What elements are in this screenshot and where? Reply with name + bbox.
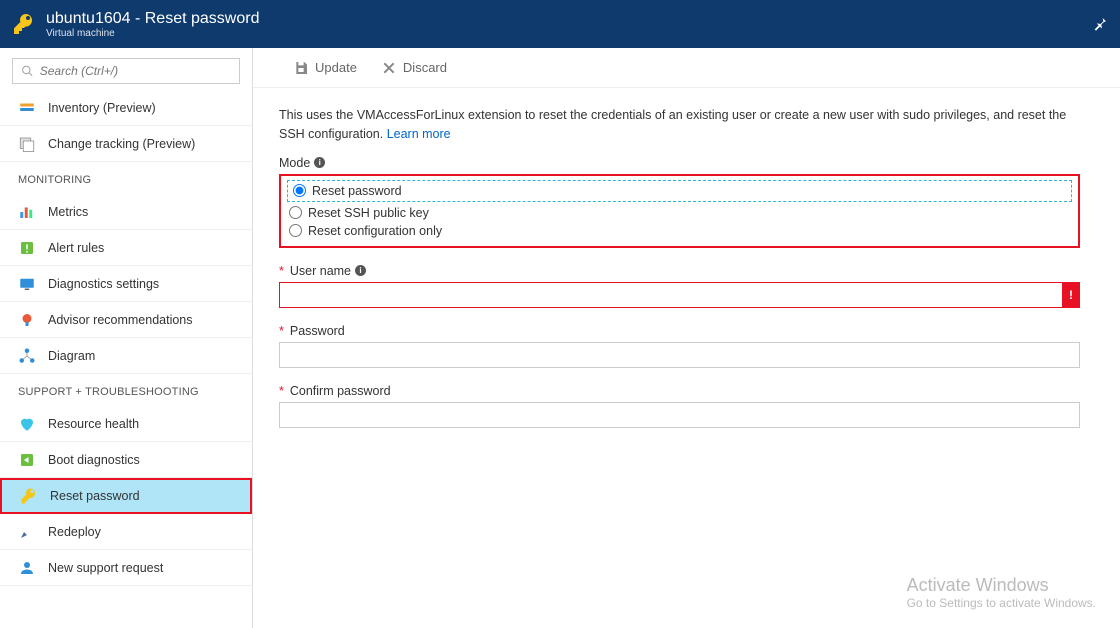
username-label: *User name i bbox=[279, 264, 1080, 278]
key-icon bbox=[20, 487, 38, 505]
diagram-icon bbox=[18, 347, 36, 365]
radio-reset-ssh[interactable]: Reset SSH public key bbox=[287, 204, 1072, 222]
watermark-subtitle: Go to Settings to activate Windows. bbox=[907, 596, 1096, 610]
sidebar: Inventory (Preview) Change tracking (Pre… bbox=[0, 48, 253, 628]
close-icon bbox=[381, 60, 397, 76]
sidebar-item-change-tracking[interactable]: Change tracking (Preview) bbox=[0, 126, 252, 162]
blade-title: ubuntu1604 - Reset password bbox=[46, 10, 259, 28]
sidebar-item-label: Redeploy bbox=[48, 525, 101, 539]
sidebar-item-diagnostics[interactable]: Diagnostics settings bbox=[0, 266, 252, 302]
sidebar-item-label: Change tracking (Preview) bbox=[48, 137, 195, 151]
sidebar-item-label: Metrics bbox=[48, 205, 88, 219]
pin-icon[interactable] bbox=[1092, 16, 1108, 32]
description: This uses the VMAccessForLinux extension… bbox=[279, 106, 1080, 144]
inventory-icon bbox=[18, 99, 36, 117]
discard-label: Discard bbox=[403, 60, 447, 75]
sidebar-item-reset-password[interactable]: Reset password bbox=[0, 478, 252, 514]
support-icon bbox=[18, 559, 36, 577]
mode-label: Mode i bbox=[279, 156, 1080, 170]
boot-icon bbox=[18, 451, 36, 469]
sidebar-item-label: Boot diagnostics bbox=[48, 453, 140, 467]
learn-more-link[interactable]: Learn more bbox=[387, 127, 451, 141]
windows-watermark: Activate Windows Go to Settings to activ… bbox=[907, 575, 1096, 610]
radio-input[interactable] bbox=[289, 206, 302, 219]
radio-reset-password[interactable]: Reset password bbox=[291, 182, 404, 200]
sidebar-item-redeploy[interactable]: Redeploy bbox=[0, 514, 252, 550]
diagnostics-icon bbox=[18, 275, 36, 293]
change-tracking-icon bbox=[18, 135, 36, 153]
sidebar-item-alert-rules[interactable]: Alert rules bbox=[0, 230, 252, 266]
radio-input[interactable] bbox=[293, 184, 306, 197]
toolbar: Update Discard bbox=[253, 48, 1120, 88]
sidebar-item-label: Inventory (Preview) bbox=[48, 101, 156, 115]
password-label: *Password bbox=[279, 324, 1080, 338]
mode-radio-group: Reset password Reset SSH public key Rese… bbox=[279, 174, 1080, 248]
radio-input[interactable] bbox=[289, 224, 302, 237]
blade-subtitle: Virtual machine bbox=[46, 28, 259, 39]
password-input[interactable] bbox=[279, 342, 1080, 368]
advisor-icon bbox=[18, 311, 36, 329]
save-icon bbox=[293, 60, 309, 76]
search-icon bbox=[21, 64, 34, 78]
sidebar-menu[interactable]: Inventory (Preview) Change tracking (Pre… bbox=[0, 90, 252, 628]
section-support: SUPPORT + TROUBLESHOOTING bbox=[0, 374, 252, 406]
sidebar-item-new-support[interactable]: New support request bbox=[0, 550, 252, 586]
key-icon bbox=[12, 12, 36, 36]
sidebar-item-label: Alert rules bbox=[48, 241, 104, 255]
blade-header: ubuntu1604 - Reset password Virtual mach… bbox=[0, 0, 1120, 48]
section-monitoring: MONITORING bbox=[0, 162, 252, 194]
radio-label: Reset configuration only bbox=[308, 224, 442, 238]
confirm-password-input[interactable] bbox=[279, 402, 1080, 428]
save-button[interactable]: Update bbox=[293, 60, 357, 76]
watermark-title: Activate Windows bbox=[907, 575, 1096, 596]
redeploy-icon bbox=[18, 523, 36, 541]
metrics-icon bbox=[18, 203, 36, 221]
info-icon[interactable]: i bbox=[314, 157, 325, 168]
radio-label: Reset password bbox=[312, 184, 402, 198]
save-label: Update bbox=[315, 60, 357, 75]
sidebar-item-diagram[interactable]: Diagram bbox=[0, 338, 252, 374]
error-badge: ! bbox=[1062, 282, 1080, 308]
info-icon[interactable]: i bbox=[355, 265, 366, 276]
sidebar-item-metrics[interactable]: Metrics bbox=[0, 194, 252, 230]
sidebar-item-advisor[interactable]: Advisor recommendations bbox=[0, 302, 252, 338]
sidebar-item-label: Diagnostics settings bbox=[48, 277, 159, 291]
health-icon bbox=[18, 415, 36, 433]
discard-button[interactable]: Discard bbox=[381, 60, 447, 76]
sidebar-item-label: Diagram bbox=[48, 349, 95, 363]
search-box[interactable] bbox=[12, 58, 240, 84]
radio-reset-config[interactable]: Reset configuration only bbox=[287, 222, 1072, 240]
main-content: Update Discard This uses the VMAccessFor… bbox=[253, 48, 1120, 628]
radio-label: Reset SSH public key bbox=[308, 206, 429, 220]
confirm-password-label: *Confirm password bbox=[279, 384, 1080, 398]
sidebar-item-label: Reset password bbox=[50, 489, 140, 503]
sidebar-item-resource-health[interactable]: Resource health bbox=[0, 406, 252, 442]
sidebar-item-boot-diagnostics[interactable]: Boot diagnostics bbox=[0, 442, 252, 478]
sidebar-item-label: New support request bbox=[48, 561, 163, 575]
search-input[interactable] bbox=[40, 64, 231, 78]
sidebar-item-label: Resource health bbox=[48, 417, 139, 431]
alert-icon bbox=[18, 239, 36, 257]
sidebar-item-label: Advisor recommendations bbox=[48, 313, 193, 327]
sidebar-item-inventory[interactable]: Inventory (Preview) bbox=[0, 90, 252, 126]
username-input[interactable] bbox=[279, 282, 1080, 308]
